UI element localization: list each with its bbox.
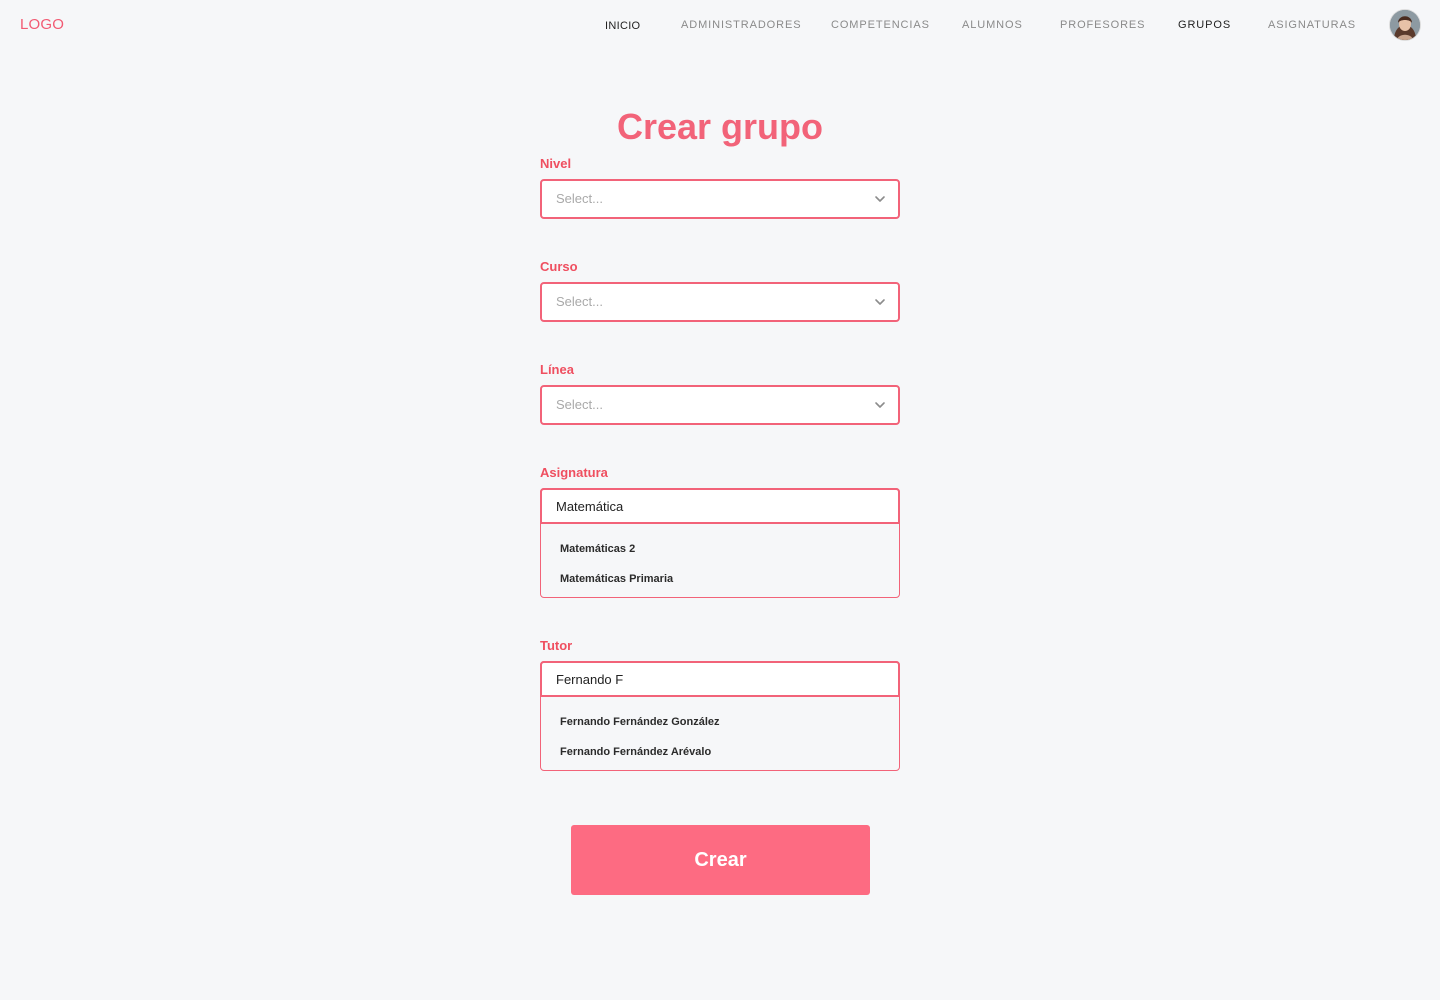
- linea-placeholder: Select...: [556, 397, 603, 412]
- top-navbar: LOGO INICIO ADMINISTRADORES COMPETENCIAS…: [0, 0, 1440, 50]
- tutor-combobox: Fernando Fernández González Fernando Fer…: [540, 661, 900, 771]
- asignatura-combobox: Matemáticas 2 Matemáticas Primaria: [540, 488, 900, 598]
- page-title: Crear grupo: [616, 106, 824, 147]
- user-avatar[interactable]: [1390, 10, 1420, 40]
- nav-item-administradores[interactable]: ADMINISTRADORES: [681, 18, 801, 32]
- asignatura-input-wrapper: [540, 488, 900, 524]
- crear-button[interactable]: Crear: [571, 825, 870, 895]
- nav-item-competencias[interactable]: COMPETENCIAS: [831, 18, 930, 32]
- curso-placeholder: Select...: [556, 294, 603, 309]
- tutor-option[interactable]: Fernando Fernández González: [560, 715, 720, 729]
- tutor-input-wrapper: [540, 661, 900, 697]
- chevron-down-icon: [875, 402, 885, 408]
- asignatura-option[interactable]: Matemáticas Primaria: [560, 572, 673, 586]
- nav-item-alumnos[interactable]: ALUMNOS: [962, 18, 1023, 32]
- nivel-label: Nivel: [540, 156, 572, 171]
- nivel-placeholder: Select...: [556, 191, 603, 206]
- chevron-down-icon: [875, 196, 885, 202]
- tutor-option[interactable]: Fernando Fernández Arévalo: [560, 745, 711, 759]
- tutor-label: Tutor: [540, 638, 573, 653]
- chevron-down-icon: [875, 299, 885, 305]
- asignatura-label: Asignatura: [540, 465, 608, 480]
- curso-label: Curso: [540, 259, 578, 274]
- asignatura-option[interactable]: Matemáticas 2: [560, 542, 635, 556]
- main-nav: INICIO ADMINISTRADORES COMPETENCIAS ALUM…: [0, 18, 1440, 32]
- tutor-input[interactable]: [542, 663, 898, 695]
- nav-item-profesores[interactable]: PROFESORES: [1060, 18, 1145, 32]
- nivel-select[interactable]: Select...: [540, 179, 900, 219]
- asignatura-input[interactable]: [542, 490, 898, 522]
- avatar-icon: [1390, 10, 1420, 40]
- linea-label: Línea: [540, 362, 574, 377]
- nav-item-asignaturas[interactable]: ASIGNATURAS: [1268, 18, 1356, 32]
- linea-select[interactable]: Select...: [540, 385, 900, 425]
- nav-item-inicio[interactable]: INICIO: [605, 19, 640, 33]
- curso-select[interactable]: Select...: [540, 282, 900, 322]
- nav-item-grupos[interactable]: GRUPOS: [1178, 18, 1231, 32]
